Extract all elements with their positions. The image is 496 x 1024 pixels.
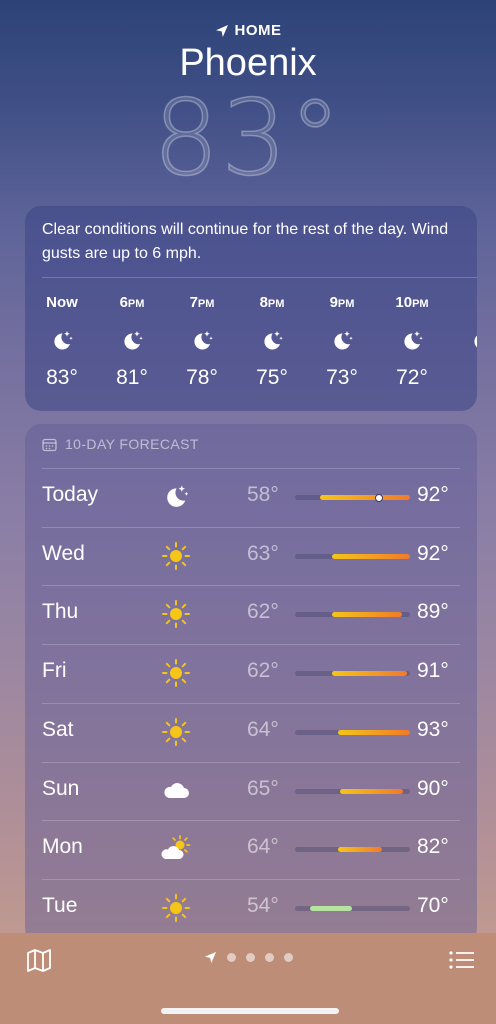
conditions-summary: Clear conditions will continue for the r… (42, 221, 449, 262)
temperature-range-fill (339, 788, 404, 794)
page-indicator[interactable] (0, 951, 496, 964)
sun-icon (161, 717, 191, 747)
page-dot (245, 953, 255, 962)
temperature-range-bar (295, 671, 410, 677)
forecast-row[interactable]: Sat 64° 93° (25, 703, 477, 761)
sun-cloud-icon (161, 834, 191, 864)
temperature-range-bar (295, 847, 410, 853)
forecast-high: 92° (417, 483, 449, 506)
hour-temp: 83° (46, 366, 78, 389)
temperature-range-bar (295, 553, 410, 559)
forecast-day: Thu (42, 600, 79, 624)
hour-temp: 73° (326, 366, 358, 389)
hour-item: 10PM 72° (382, 294, 442, 390)
forecast-high: 92° (417, 541, 449, 565)
hour-temp: 78° (186, 366, 218, 389)
forecast-day: Today (42, 483, 99, 506)
page-dot (264, 953, 274, 962)
forecast-row[interactable]: Thu 62° 89° (25, 585, 477, 643)
temperature-range-fill (309, 905, 353, 911)
forecast-day: Sat (42, 717, 74, 741)
forecast-day: Mon (42, 835, 83, 859)
divider (42, 277, 477, 278)
page-dot (226, 953, 236, 962)
forecast-row[interactable]: Today 58° 92° (25, 468, 477, 526)
current-temp-marker (374, 493, 383, 502)
hour-item: 7PM 78° (172, 294, 232, 390)
hourly-forecast-card[interactable]: Clear conditions will continue for the r… (25, 206, 477, 411)
forecast-row[interactable]: Sun 65° 90° (25, 762, 477, 820)
forecast-day: Wed (42, 541, 85, 565)
page-dot (283, 953, 293, 962)
home-indicator[interactable] (161, 1008, 339, 1014)
ten-day-forecast-card[interactable]: 10-DAY FORECAST Today 58° 92° Wed 63° 92° Thu 6… (25, 424, 477, 944)
moon-stars-icon (329, 328, 355, 354)
moon-stars-icon (189, 328, 215, 354)
hour-time: 9PM (329, 294, 355, 311)
bottom-toolbar (0, 933, 496, 1024)
temperature-range-fill (331, 671, 407, 677)
sun-icon (161, 658, 191, 688)
moon-stars-icon (259, 328, 285, 354)
hourly-strip[interactable]: Now83°6PM81°7PM78°8PM75°9PM73°10PM72°17 (25, 294, 477, 404)
forecast-row[interactable]: Wed 63° 92° (25, 527, 477, 585)
hour-temp: 75° (256, 366, 288, 389)
hour-item: 9PM 73° (312, 294, 372, 390)
temperature-range-bar (295, 788, 410, 794)
forecast-header: 10-DAY FORECAST (42, 436, 199, 452)
hour-time: 6PM (119, 294, 145, 311)
hour-time: 1 (452, 294, 477, 312)
location-label: HOME (234, 22, 282, 39)
current-location-arrow-icon (204, 951, 216, 964)
temperature-range-bar (295, 729, 410, 735)
hour-time: 7PM (189, 294, 215, 311)
temperature-range-bar (295, 612, 410, 618)
hour-temp: 7 (452, 366, 477, 390)
forecast-high: 70° (417, 893, 449, 917)
location-arrow-icon (215, 24, 228, 37)
temperature-range-fill (320, 495, 410, 500)
hour-temp: 72° (396, 366, 428, 389)
moon-stars-icon (49, 328, 75, 354)
temperature-range-bar (295, 905, 410, 911)
current-temperature: 83° (152, 77, 344, 199)
forecast-high: 90° (417, 776, 449, 800)
cloud-icon (161, 776, 191, 806)
sun-icon (161, 599, 191, 629)
forecast-day: Tue (42, 893, 78, 917)
moon-stars-icon (469, 328, 477, 354)
hour-time: Now (46, 294, 78, 311)
temperature-range-fill (337, 847, 383, 853)
forecast-high: 93° (417, 717, 449, 741)
hour-time: 10PM (395, 294, 429, 311)
hour-item: 17 (452, 294, 477, 390)
forecast-day: Sun (42, 776, 80, 800)
location-label-row: HOME (0, 22, 496, 39)
moon-stars-icon (119, 328, 145, 354)
hour-time: 8PM (259, 294, 285, 311)
forecast-header-label: 10-DAY FORECAST (65, 436, 199, 452)
calendar-icon (42, 438, 57, 451)
sun-icon (161, 893, 191, 923)
hour-item: Now 83° (32, 294, 92, 390)
temperature-range-fill (331, 553, 410, 559)
temperature-range-bar (295, 493, 410, 502)
sun-icon (161, 541, 191, 571)
forecast-row[interactable]: Mon 64° 82° (25, 820, 477, 878)
hour-item: 6PM 81° (102, 294, 162, 390)
moon-stars-icon (399, 328, 425, 354)
hour-temp: 81° (116, 366, 148, 389)
forecast-row[interactable]: Fri 62° 91° (25, 644, 477, 702)
hour-item: 8PM 75° (242, 294, 302, 390)
forecast-high: 91° (417, 659, 449, 683)
city-list-icon[interactable] (448, 947, 476, 973)
temperature-range-fill (337, 729, 410, 735)
forecast-row[interactable]: Tue 54° 70° (25, 879, 477, 937)
moon-stars-icon (161, 482, 191, 512)
forecast-day: Fri (42, 659, 67, 683)
temperature-range-fill (331, 612, 402, 618)
forecast-high: 89° (417, 600, 449, 624)
forecast-high: 82° (417, 835, 449, 859)
